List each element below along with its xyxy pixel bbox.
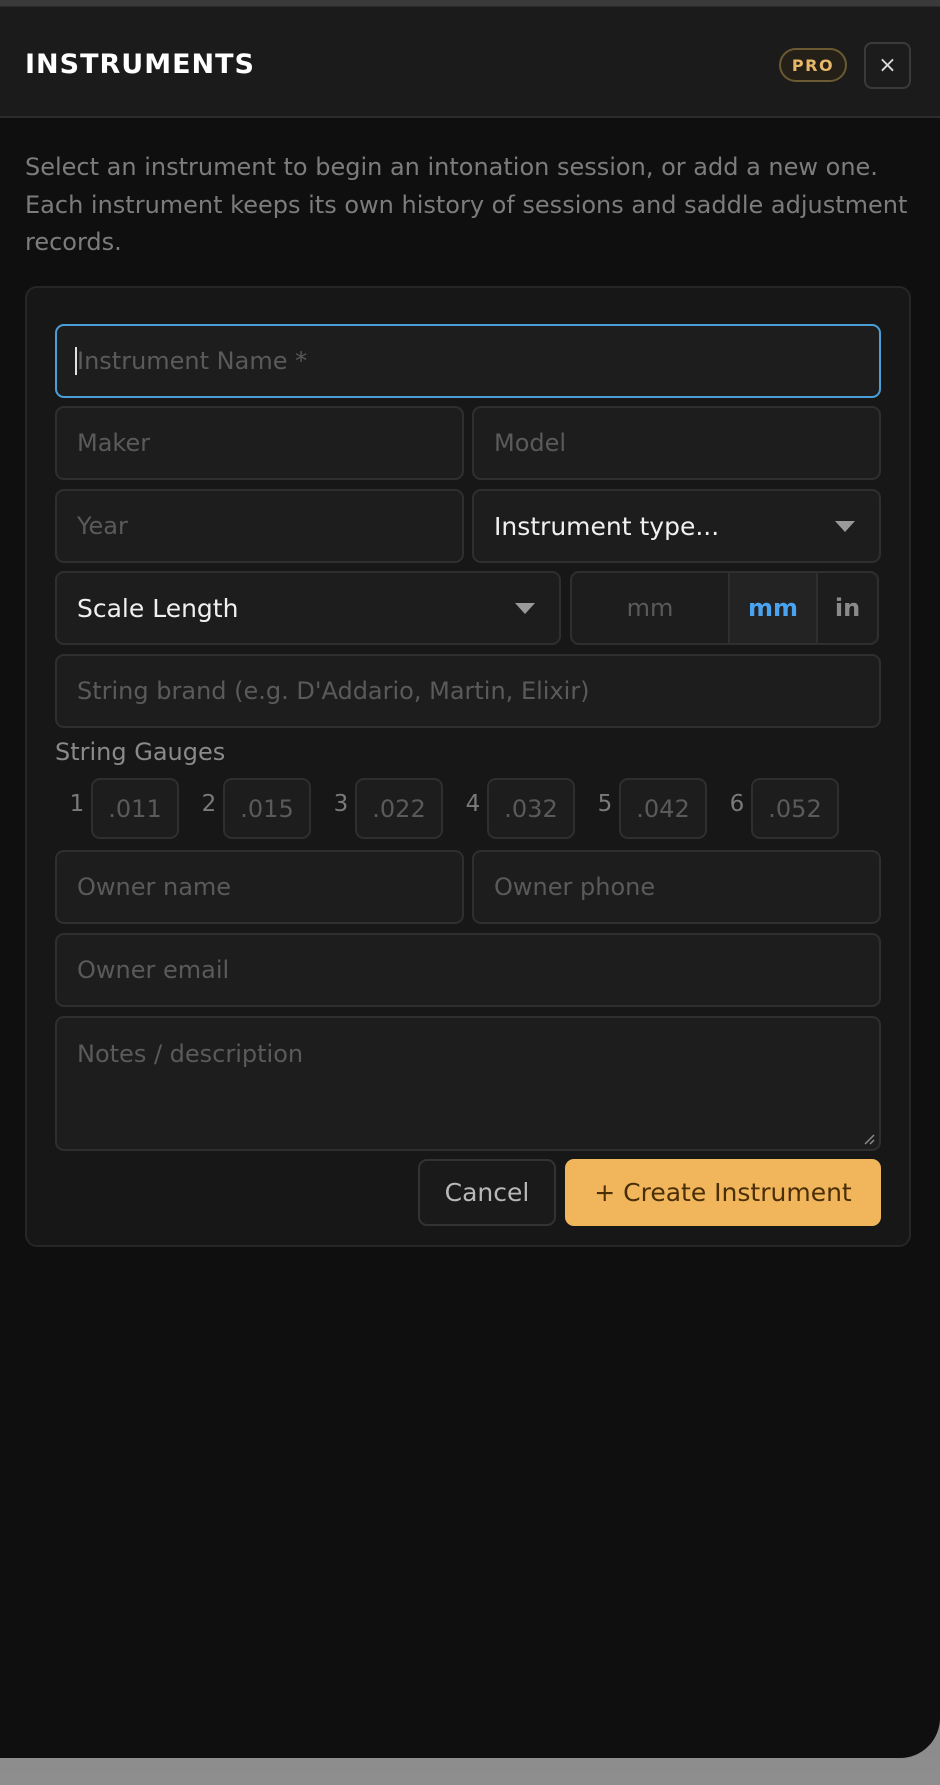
gauge-placeholder-1: .011: [108, 794, 162, 823]
instruments-panel: INSTRUMENTS PRO × Select an instrument t…: [0, 6, 940, 1758]
gauge-input-2[interactable]: .015: [223, 778, 311, 839]
gauge-number-5: 5: [597, 791, 613, 817]
window-backdrop: INSTRUMENTS PRO × Select an instrument t…: [0, 0, 940, 1785]
instrument-type-value: Instrument type...: [494, 511, 720, 541]
resize-handle-icon[interactable]: [863, 1133, 875, 1145]
owner-name-placeholder: Owner name: [77, 873, 232, 901]
gauge-input-1[interactable]: .011: [91, 778, 179, 839]
year-placeholder: Year: [77, 512, 128, 540]
instrument-name-input[interactable]: Instrument Name *: [55, 324, 881, 398]
gauge-number-6: 6: [729, 791, 745, 817]
gauge-placeholder-2: .015: [240, 794, 294, 823]
close-button[interactable]: ×: [864, 42, 911, 89]
gauge-number-2: 2: [201, 791, 217, 817]
intro-text: Select an instrument to begin an intonat…: [25, 153, 908, 256]
scale-length-select[interactable]: Scale Length: [55, 571, 561, 645]
gauge-placeholder-3: .022: [372, 794, 426, 823]
gauge-input-5[interactable]: .042: [619, 778, 707, 839]
gauge-number-1: 1: [69, 791, 85, 817]
unit-mm-toggle[interactable]: mm: [730, 573, 818, 643]
scale-value-placeholder: mm: [626, 594, 674, 622]
owner-email-placeholder: Owner email: [77, 956, 230, 984]
gauge-number-3: 3: [333, 791, 349, 817]
chevron-down-icon: [835, 521, 855, 532]
owner-phone-input[interactable]: Owner phone: [472, 850, 881, 924]
new-instrument-form: Instrument Name * Maker Model Year Instr…: [25, 286, 911, 1247]
chevron-down-icon: [515, 603, 535, 614]
gauge-placeholder-5: .042: [636, 794, 690, 823]
gauge-input-6[interactable]: .052: [751, 778, 839, 839]
model-placeholder: Model: [494, 429, 567, 457]
scale-length-value: Scale Length: [77, 593, 239, 623]
page-title: INSTRUMENTS: [25, 49, 255, 80]
instrument-type-select[interactable]: Instrument type...: [472, 489, 881, 563]
maker-input[interactable]: Maker: [55, 406, 464, 480]
instrument-name-placeholder: Instrument Name *: [77, 347, 308, 375]
year-input[interactable]: Year: [55, 489, 464, 563]
model-input[interactable]: Model: [472, 406, 881, 480]
notes-textarea[interactable]: Notes / description: [55, 1016, 881, 1151]
owner-phone-placeholder: Owner phone: [494, 873, 656, 901]
string-gauges-label: String Gauges: [55, 738, 226, 766]
unit-in-toggle[interactable]: in: [818, 573, 877, 643]
gauge-input-4[interactable]: .032: [487, 778, 575, 839]
string-brand-placeholder: String brand (e.g. D'Addario, Martin, El…: [77, 677, 590, 705]
cancel-button[interactable]: Cancel: [418, 1159, 556, 1226]
notes-placeholder: Notes / description: [77, 1040, 304, 1068]
gauge-placeholder-4: .032: [504, 794, 558, 823]
scale-value-input[interactable]: mm: [572, 573, 730, 643]
gauge-number-4: 4: [465, 791, 481, 817]
maker-placeholder: Maker: [77, 429, 151, 457]
close-icon: ×: [878, 53, 897, 78]
create-instrument-button[interactable]: + Create Instrument: [565, 1159, 881, 1226]
owner-name-input[interactable]: Owner name: [55, 850, 464, 924]
header-bar: INSTRUMENTS PRO ×: [0, 7, 940, 118]
gauge-placeholder-6: .052: [768, 794, 822, 823]
owner-email-input[interactable]: Owner email: [55, 933, 881, 1007]
pro-badge: PRO: [779, 48, 847, 82]
scale-value-group: mm mm in: [570, 571, 879, 645]
string-brand-input[interactable]: String brand (e.g. D'Addario, Martin, El…: [55, 654, 881, 728]
gauge-input-3[interactable]: .022: [355, 778, 443, 839]
